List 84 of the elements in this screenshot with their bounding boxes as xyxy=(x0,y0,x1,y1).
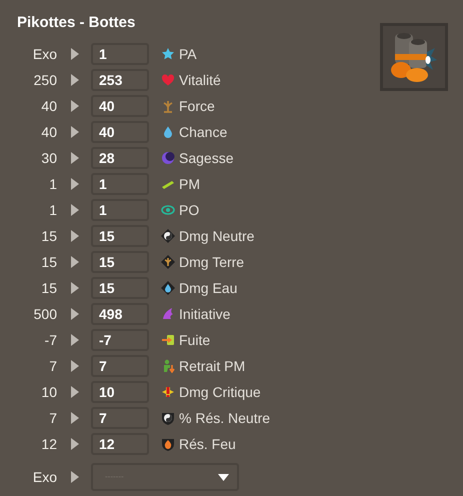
base-value: Exo xyxy=(32,468,57,486)
stat-input[interactable]: 498 xyxy=(91,303,149,325)
triangle-icon[interactable] xyxy=(71,471,79,483)
stat-label: PA xyxy=(179,44,197,64)
base-value: 40 xyxy=(40,122,57,142)
stat-input[interactable]: 1 xyxy=(91,173,149,195)
stat-label: % Rés. Neutre xyxy=(179,408,270,428)
triangle-icon[interactable] xyxy=(71,360,79,372)
stat-input[interactable]: 10 xyxy=(91,381,149,403)
exclamation-icon xyxy=(161,385,175,399)
triangle-icon[interactable] xyxy=(71,412,79,424)
heart-icon xyxy=(161,73,175,87)
stat-input[interactable]: -7 xyxy=(91,329,149,351)
stat-label: PO xyxy=(179,200,200,220)
caret-icon xyxy=(218,474,229,480)
base-value: -7 xyxy=(44,330,57,350)
triangle-icon[interactable] xyxy=(71,178,79,190)
stat-label: Dmg Eau xyxy=(179,278,238,298)
stat-input[interactable]: 15 xyxy=(91,251,149,273)
triangle-icon[interactable] xyxy=(71,230,79,242)
triangle-icon[interactable] xyxy=(71,100,79,112)
arrow-icon xyxy=(161,333,175,347)
figure-icon xyxy=(161,359,175,373)
triangle-icon[interactable] xyxy=(71,308,79,320)
triangle-icon[interactable] xyxy=(71,204,79,216)
stat-input[interactable]: 40 xyxy=(91,121,149,143)
base-value: 15 xyxy=(40,278,57,298)
stat-label: Force xyxy=(179,96,215,116)
crescent-moon-icon xyxy=(161,151,175,165)
stat-label: Dmg Critique xyxy=(179,382,261,402)
eye-icon xyxy=(161,203,175,217)
stat-label: Dmg Neutre xyxy=(179,226,254,246)
stat-input[interactable]: 12 xyxy=(91,433,149,455)
sprout-icon xyxy=(161,99,175,113)
base-value: Exo xyxy=(32,44,57,64)
base-value: 40 xyxy=(40,96,57,116)
base-value: 1 xyxy=(48,200,57,220)
base-value: 1 xyxy=(48,174,57,194)
stat-input[interactable]: 15 xyxy=(91,277,149,299)
yin-yang-icon xyxy=(161,229,175,243)
stat-input[interactable]: 40 xyxy=(91,95,149,117)
base-value: 10 xyxy=(40,382,57,402)
flame-shield-icon xyxy=(161,437,175,451)
triangle-icon[interactable] xyxy=(71,438,79,450)
stat-label: PM xyxy=(179,174,200,194)
star-icon xyxy=(161,47,175,61)
base-value: 30 xyxy=(40,148,57,168)
triangle-icon[interactable] xyxy=(71,256,79,268)
stat-input[interactable]: 1 xyxy=(91,43,149,65)
stat-input[interactable]: 7 xyxy=(91,355,149,377)
base-value: 7 xyxy=(48,408,57,428)
stat-label: Rés. Feu xyxy=(179,434,236,454)
sprout-icon xyxy=(161,255,175,269)
triangle-icon[interactable] xyxy=(71,74,79,86)
triangle-icon[interactable] xyxy=(71,152,79,164)
stat-label: Vitalité xyxy=(179,70,221,90)
stat-input[interactable]: 7 xyxy=(91,407,149,429)
stat-input[interactable]: 1 xyxy=(91,199,149,221)
item-title: Pikottes - Bottes xyxy=(17,14,136,32)
base-value: 15 xyxy=(40,252,57,272)
stat-label: Fuite xyxy=(179,330,210,350)
stat-label: Chance xyxy=(179,122,228,142)
triangle-icon[interactable] xyxy=(71,386,79,398)
base-value: 7 xyxy=(48,356,57,376)
water-drop-icon xyxy=(161,281,175,295)
stat-input[interactable]: 253 xyxy=(91,69,149,91)
stat-input[interactable]: 28 xyxy=(91,147,149,169)
base-value: 250 xyxy=(32,70,57,90)
yin-yang-shield-icon xyxy=(161,411,175,425)
stat-input[interactable]: 15 xyxy=(91,225,149,247)
water-drop-icon xyxy=(161,125,175,139)
base-value: 15 xyxy=(40,226,57,246)
stat-label: Retrait PM xyxy=(179,356,246,376)
stat-label: Sagesse xyxy=(179,148,234,168)
stat-label: Dmg Terre xyxy=(179,252,244,272)
triangle-icon[interactable] xyxy=(71,48,79,60)
triangle-icon[interactable] xyxy=(71,282,79,294)
triangle-icon[interactable] xyxy=(71,126,79,138)
wing-icon xyxy=(161,307,175,321)
base-value: 500 xyxy=(32,304,57,324)
triangle-icon[interactable] xyxy=(71,334,79,346)
base-value: 12 xyxy=(40,434,57,454)
dropdown-placeholder: ------- xyxy=(105,471,124,483)
stat-label: Initiative xyxy=(179,304,230,324)
